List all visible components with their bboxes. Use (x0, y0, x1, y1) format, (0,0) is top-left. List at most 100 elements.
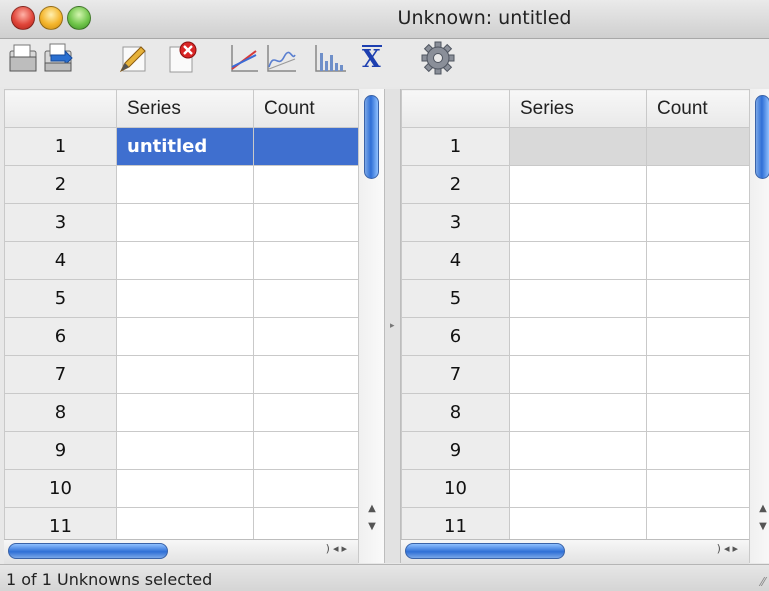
count-cell[interactable] (253, 127, 359, 166)
series-cell[interactable] (509, 431, 647, 470)
left-horizontal-scroll-thumb[interactable] (8, 543, 168, 559)
delete-icon[interactable] (164, 41, 200, 75)
right-vertical-scroll-arrows[interactable]: ▲ ▼ (756, 500, 769, 540)
series-cell[interactable] (509, 355, 647, 394)
mean-x-bar-icon[interactable]: X (358, 43, 388, 77)
divider-grip-icon[interactable]: ▸ (390, 321, 395, 331)
series-cell[interactable]: untitled (116, 127, 254, 166)
series-cell[interactable] (509, 279, 647, 318)
series-cell[interactable] (116, 431, 254, 470)
series-cell[interactable] (116, 279, 254, 318)
table-row[interactable]: 7 (401, 355, 750, 394)
table-row[interactable]: 5 (401, 279, 750, 318)
row-number-header[interactable] (401, 89, 510, 128)
row-number[interactable]: 10 (401, 469, 510, 508)
split-pane-divider[interactable]: ▸ (384, 89, 401, 563)
series-cell[interactable] (116, 355, 254, 394)
table-row[interactable]: 6 (401, 317, 750, 356)
row-number[interactable]: 3 (401, 203, 510, 242)
table-row[interactable]: 8 (4, 393, 359, 432)
row-number[interactable]: 2 (401, 165, 510, 204)
series-cell[interactable] (509, 469, 647, 508)
count-cell[interactable] (253, 431, 359, 470)
row-number[interactable]: 1 (4, 127, 117, 166)
count-cell[interactable] (646, 203, 750, 242)
bar-chart-icon[interactable] (312, 41, 348, 75)
left-vertical-scrollbar[interactable]: ▲ ▼ (358, 89, 384, 563)
count-cell[interactable] (253, 279, 359, 318)
right-horizontal-scrollbar[interactable]: )◂▸ (401, 539, 749, 564)
series-cell[interactable] (509, 241, 647, 280)
table-row[interactable]: 5 (4, 279, 359, 318)
row-number[interactable]: 10 (4, 469, 117, 508)
left-horizontal-scrollbar[interactable]: )◂▸ (4, 539, 358, 564)
row-number[interactable]: 7 (401, 355, 510, 394)
table-row[interactable]: 3 (4, 203, 359, 242)
left-vertical-scroll-thumb[interactable] (364, 95, 379, 179)
count-column-header[interactable]: Count (646, 89, 750, 128)
series-cell[interactable] (509, 317, 647, 356)
series-cell[interactable] (509, 127, 647, 166)
curve-chart-icon[interactable] (264, 41, 298, 75)
resize-grip-icon[interactable]: ⁄⁄ (761, 575, 765, 589)
row-number-header[interactable] (4, 89, 117, 128)
series-cell[interactable] (116, 241, 254, 280)
table-row[interactable]: 9 (401, 431, 750, 470)
table-row[interactable]: 2 (4, 165, 359, 204)
line-chart-icon[interactable] (228, 41, 260, 75)
title-bar[interactable]: Unknown: untitled (0, 0, 769, 39)
count-cell[interactable] (253, 317, 359, 356)
series-cell[interactable] (116, 203, 254, 242)
count-cell[interactable] (253, 393, 359, 432)
row-number[interactable]: 5 (401, 279, 510, 318)
left-vertical-scroll-arrows[interactable]: ▲ ▼ (365, 500, 379, 540)
count-cell[interactable] (646, 165, 750, 204)
count-cell[interactable] (646, 317, 750, 356)
row-number[interactable]: 2 (4, 165, 117, 204)
row-number[interactable]: 8 (401, 393, 510, 432)
table-row[interactable]: 7 (4, 355, 359, 394)
table-row[interactable]: 10 (4, 469, 359, 508)
row-number[interactable]: 9 (4, 431, 117, 470)
table-row[interactable]: 6 (4, 317, 359, 356)
table-row[interactable]: 4 (401, 241, 750, 280)
series-cell[interactable] (509, 203, 647, 242)
count-column-header[interactable]: Count (253, 89, 359, 128)
row-number[interactable]: 5 (4, 279, 117, 318)
row-number[interactable]: 4 (4, 241, 117, 280)
row-number[interactable]: 1 (401, 127, 510, 166)
series-column-header[interactable]: Series (509, 89, 647, 128)
table-row[interactable]: 9 (4, 431, 359, 470)
count-cell[interactable] (253, 469, 359, 508)
left-horizontal-scroll-arrows[interactable]: )◂▸ (326, 542, 350, 555)
table-row[interactable]: 1 untitled (4, 127, 359, 166)
right-vertical-scrollbar[interactable]: ▲ ▼ (749, 89, 769, 563)
series-cell[interactable] (509, 165, 647, 204)
count-cell[interactable] (646, 469, 750, 508)
row-number[interactable]: 9 (401, 431, 510, 470)
count-cell[interactable] (253, 355, 359, 394)
count-cell[interactable] (646, 393, 750, 432)
right-vertical-scroll-thumb[interactable] (755, 95, 769, 179)
series-cell[interactable] (116, 165, 254, 204)
table-row[interactable]: 10 (401, 469, 750, 508)
open-document-icon[interactable] (6, 41, 40, 75)
series-cell[interactable] (509, 393, 647, 432)
count-cell[interactable] (253, 165, 359, 204)
edit-icon[interactable] (115, 41, 151, 75)
count-cell[interactable] (646, 279, 750, 318)
table-row[interactable]: 3 (401, 203, 750, 242)
row-number[interactable]: 7 (4, 355, 117, 394)
series-cell[interactable] (116, 317, 254, 356)
row-number[interactable]: 6 (401, 317, 510, 356)
count-cell[interactable] (646, 431, 750, 470)
settings-gear-icon[interactable] (420, 41, 456, 75)
series-cell[interactable] (116, 393, 254, 432)
count-cell[interactable] (253, 203, 359, 242)
table-row[interactable]: 4 (4, 241, 359, 280)
row-number[interactable]: 3 (4, 203, 117, 242)
right-horizontal-scroll-thumb[interactable] (405, 543, 565, 559)
series-cell[interactable] (116, 469, 254, 508)
import-icon[interactable] (41, 41, 75, 75)
series-column-header[interactable]: Series (116, 89, 254, 128)
